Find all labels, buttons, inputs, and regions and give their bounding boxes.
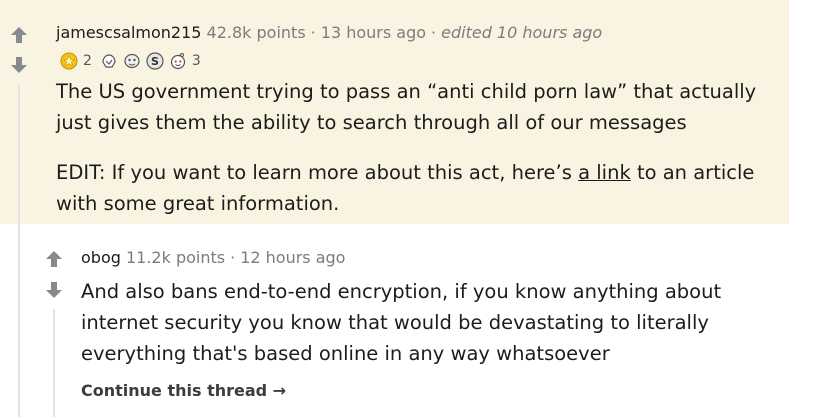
reply-body: And also bans end-to-end encryption, if … (81, 276, 721, 369)
award-count: 2 (83, 53, 92, 69)
svg-text:S: S (151, 55, 159, 68)
parent-thread-line[interactable] (18, 224, 20, 417)
reply-author[interactable]: obog (81, 248, 121, 267)
award-count: 3 (191, 53, 201, 69)
meta-separator: · (431, 23, 437, 42)
meta-separator: · (230, 248, 236, 267)
reply-points: 11.2k points (125, 248, 226, 267)
upvote-arrow-icon[interactable] (9, 25, 29, 45)
continue-thread-link[interactable]: Continue this thread → (81, 379, 286, 403)
comment-edit-note: EDIT: If you want to learn more about th… (56, 157, 754, 219)
comment-points: 42.8k points (206, 23, 306, 42)
comment-text-line: The US government trying to pass an “ant… (56, 80, 757, 103)
silver-s-award-icon[interactable]: S (146, 52, 164, 70)
comment-time[interactable]: 13 hours ago (321, 23, 426, 42)
edit-line: with some great information. (56, 192, 340, 215)
comment-text-line: just gives them the ability to search th… (56, 111, 687, 134)
parent-comment: jamescsalmon215 42.8k points · 13 hours ag… (0, 0, 789, 224)
thread-line[interactable] (18, 84, 20, 224)
meta-separator: · (310, 23, 316, 42)
wholesome-hands-award-icon[interactable] (100, 52, 118, 70)
reply-text-line: everything that's based online in any wa… (81, 342, 610, 365)
comment-body: The US government trying to pass an “ant… (56, 76, 756, 138)
awards-row: 2 S 3 (60, 50, 209, 72)
snoo-face-award-icon[interactable] (169, 52, 187, 70)
downvote-arrow-icon[interactable] (44, 280, 64, 300)
reply-thread-line[interactable] (53, 309, 55, 417)
edit-prefix: EDIT: If you want to learn more about th… (56, 161, 579, 184)
helpful-face-award-icon[interactable] (123, 52, 141, 70)
comment-meta: jamescsalmon215 42.8k points · 13 hours ag… (56, 23, 602, 43)
downvote-arrow-icon[interactable] (9, 55, 29, 75)
upvote-arrow-icon[interactable] (44, 249, 64, 269)
comment-edited: edited 10 hours ago (441, 23, 603, 42)
reply-text-line: internet security you know that would be… (81, 311, 709, 334)
reply-text-line: And also bans end-to-end encryption, if … (81, 280, 722, 303)
edit-suffix: to an article (630, 161, 755, 184)
comment-thread: jamescsalmon215 42.8k points · 13 hours ag… (0, 0, 831, 417)
edit-line: EDIT: If you want to learn more about th… (56, 157, 754, 188)
reply-meta: obog 11.2k points · 12 hours ago (81, 248, 345, 268)
article-link[interactable]: a link (578, 161, 631, 184)
gold-star-award-icon[interactable] (60, 52, 78, 70)
reply-time[interactable]: 12 hours ago (240, 248, 345, 267)
comment-author[interactable]: jamescsalmon215 (56, 23, 201, 42)
